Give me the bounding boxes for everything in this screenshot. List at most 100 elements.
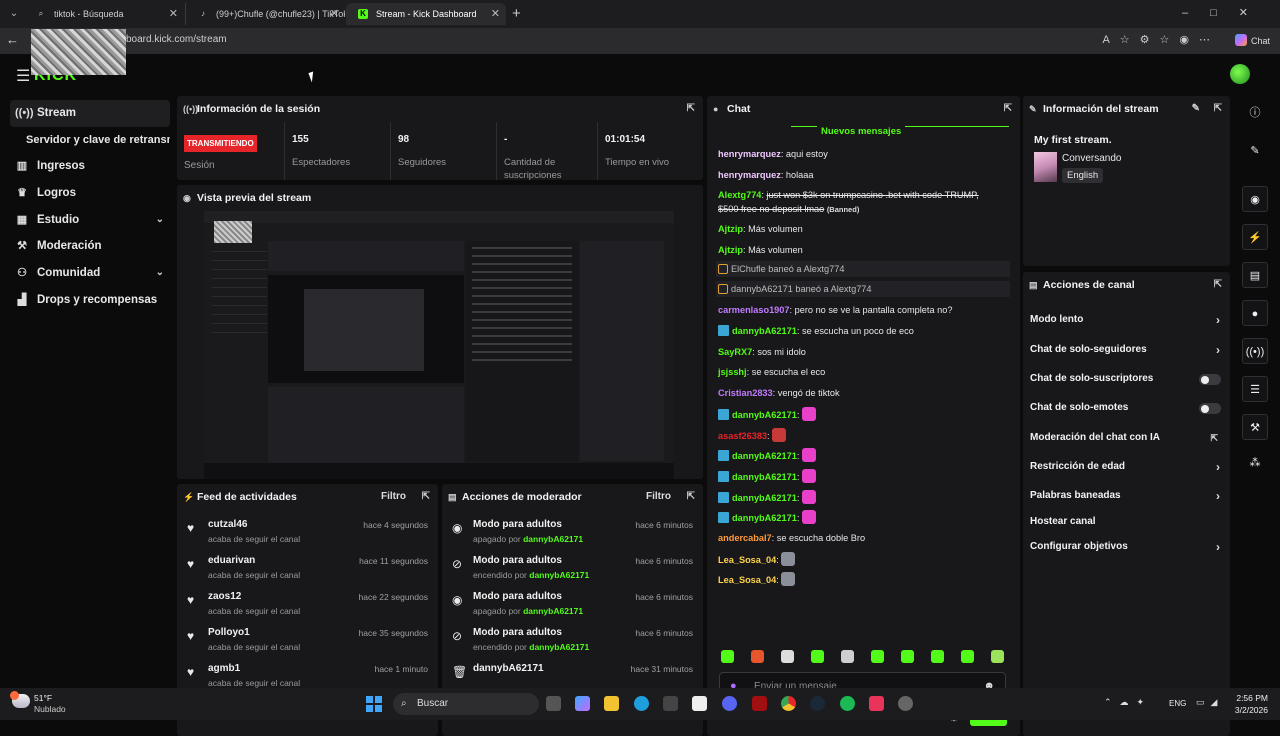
input-language[interactable]: ENG bbox=[1169, 699, 1186, 708]
obs-icon[interactable] bbox=[898, 696, 913, 711]
chat-username[interactable]: dannybA62171 bbox=[732, 493, 797, 503]
browser-tab-tiktok-search[interactable]: ⌕ tiktok - Búsqueda ✕ bbox=[24, 3, 184, 25]
edge-icon[interactable] bbox=[634, 696, 649, 711]
taskbar-search[interactable]: ⌕ Buscar bbox=[393, 693, 539, 715]
copilot-icon[interactable] bbox=[575, 696, 590, 711]
new-tab-button[interactable]: + bbox=[512, 5, 521, 22]
pencil-icon[interactable]: ✎ bbox=[1192, 96, 1200, 122]
chat-username[interactable]: Ajtzip bbox=[718, 245, 743, 255]
tab-list-chevron-icon[interactable]: ⌄ bbox=[6, 6, 22, 22]
sidebar-item-drops[interactable]: ▟ Drops y recompensas bbox=[10, 287, 170, 314]
pop-out-icon[interactable]: ⇱ bbox=[687, 96, 695, 122]
chat-username[interactable]: asasf26383 bbox=[718, 431, 767, 441]
close-icon[interactable]: ✕ bbox=[330, 3, 339, 25]
clock-time[interactable]: 2:56 PM bbox=[1236, 693, 1268, 703]
sidebar-item-comunidad[interactable]: ⚇ Comunidad ⌄ bbox=[10, 260, 170, 287]
wrench-icon[interactable]: ⚒ bbox=[1242, 414, 1268, 440]
emote-icon[interactable] bbox=[811, 650, 824, 663]
broadcast-icon[interactable]: ((•)) bbox=[1242, 338, 1268, 364]
chat-username[interactable]: dannybA62171 bbox=[732, 451, 797, 461]
sidebar-item-server-key[interactable]: Servidor y clave de retransmisión bbox=[10, 127, 170, 154]
toggle-switch[interactable] bbox=[1199, 374, 1221, 385]
emote-icon[interactable] bbox=[841, 650, 854, 663]
close-icon[interactable]: ✕ bbox=[169, 3, 178, 25]
store-icon[interactable] bbox=[663, 696, 678, 711]
pop-out-icon[interactable]: ⇱ bbox=[1004, 96, 1012, 122]
windows-start-icon[interactable] bbox=[366, 696, 382, 712]
chat-username[interactable]: Lea_Sosa_04 bbox=[718, 555, 776, 565]
action-slow-mode[interactable]: Modo lento › bbox=[1030, 310, 1223, 330]
back-arrow-icon[interactable]: ← bbox=[6, 32, 19, 47]
filter-button[interactable]: Filtro bbox=[381, 484, 406, 510]
file-explorer-icon[interactable] bbox=[604, 696, 619, 711]
chat-username[interactable]: henrymarquez bbox=[718, 170, 781, 180]
notepad-icon[interactable] bbox=[692, 696, 707, 711]
filter-button[interactable]: Filtro bbox=[646, 484, 671, 510]
chat-username[interactable]: andercabal7 bbox=[718, 533, 772, 543]
emote-icon[interactable] bbox=[991, 650, 1004, 663]
clock-date[interactable]: 3/2/2026 bbox=[1230, 705, 1268, 715]
app-icon[interactable] bbox=[752, 696, 767, 711]
chat-username[interactable]: Lea_Sosa_04 bbox=[718, 575, 776, 585]
chat-username[interactable]: Alextg774 bbox=[718, 190, 761, 200]
sidebar-item-stream[interactable]: ((•)) Stream bbox=[10, 100, 170, 127]
action-host-channel[interactable]: Hostear canal bbox=[1030, 512, 1223, 532]
chat-username[interactable]: jsjsshj bbox=[718, 367, 747, 377]
url-field[interactable]: board.kick.com/stream bbox=[126, 34, 227, 45]
new-messages-label[interactable]: Nuevos mensajes bbox=[817, 126, 906, 137]
action-age-restriction[interactable]: Restricción de edad › bbox=[1030, 457, 1223, 477]
list-icon[interactable]: ☰ bbox=[1242, 376, 1268, 402]
chat-username[interactable]: dannybA62171 bbox=[732, 472, 797, 482]
pop-out-icon[interactable]: ⇱ bbox=[1214, 272, 1222, 298]
preview-icon[interactable]: ◉ bbox=[1242, 186, 1268, 212]
weather-description[interactable]: Nublado bbox=[34, 704, 66, 714]
browser-tab-kick-dashboard[interactable]: K Stream - Kick Dashboard ✕ bbox=[346, 3, 506, 25]
info-icon[interactable]: ⓘ bbox=[1242, 100, 1268, 126]
close-icon[interactable]: ✕ bbox=[491, 3, 500, 25]
emote-icon[interactable] bbox=[751, 650, 764, 663]
chrome-icon[interactable] bbox=[781, 696, 796, 711]
action-configure-goals[interactable]: Configurar objetivos › bbox=[1030, 537, 1223, 557]
emote-icon[interactable] bbox=[721, 650, 734, 663]
action-emotes-only[interactable]: Chat de solo-emotes bbox=[1030, 398, 1223, 418]
chat-username[interactable]: dannybA62171 bbox=[732, 410, 797, 420]
emote-icon[interactable] bbox=[961, 650, 974, 663]
emote-icon[interactable] bbox=[931, 650, 944, 663]
document-icon[interactable]: ▤ bbox=[1242, 262, 1268, 288]
hamburger-menu-icon[interactable]: ☰ bbox=[16, 66, 30, 86]
browser-toolbar-icons[interactable]: A☆⚙☆◉⋯ bbox=[1102, 33, 1220, 46]
pop-out-icon[interactable]: ⇱ bbox=[422, 484, 430, 510]
chat-username[interactable]: Ajtzip bbox=[718, 224, 743, 234]
sidebar-item-moderacion[interactable]: ⚒ Moderación bbox=[10, 233, 170, 260]
steam-icon[interactable] bbox=[810, 696, 825, 711]
toggle-switch[interactable] bbox=[1199, 403, 1221, 414]
chat-username[interactable]: SayRX7 bbox=[718, 347, 752, 357]
copilot-button[interactable]: Chat bbox=[1234, 34, 1270, 46]
chat-username[interactable]: carmenlaso1907 bbox=[718, 305, 790, 315]
tiktok-icon[interactable] bbox=[869, 696, 884, 711]
pop-out-icon[interactable]: ⇱ bbox=[687, 484, 695, 510]
user-avatar[interactable] bbox=[1230, 64, 1250, 84]
emote-icon[interactable] bbox=[871, 650, 884, 663]
stream-preview-video[interactable] bbox=[204, 211, 674, 479]
weather-temperature[interactable]: 51°F bbox=[34, 693, 52, 703]
action-ai-moderation[interactable]: Moderación del chat con IA ⇱ bbox=[1030, 428, 1223, 448]
discord-icon[interactable] bbox=[722, 696, 737, 711]
action-banned-words[interactable]: Palabras baneadas › bbox=[1030, 486, 1223, 506]
action-subscribers-only[interactable]: Chat de solo-suscriptores bbox=[1030, 369, 1223, 389]
chat-username[interactable]: dannybA62171 bbox=[732, 513, 797, 523]
emote-icon[interactable] bbox=[781, 650, 794, 663]
chat-username[interactable]: henrymarquez bbox=[718, 149, 781, 159]
emote-icon[interactable] bbox=[901, 650, 914, 663]
sidebar-item-ingresos[interactable]: ▥ Ingresos bbox=[10, 153, 170, 180]
chat-bubble-icon[interactable]: ● bbox=[1242, 300, 1268, 326]
chat-username[interactable]: dannybA62171 bbox=[732, 326, 797, 336]
network-volume-icons[interactable]: ▭◢ bbox=[1196, 697, 1223, 708]
action-followers-only[interactable]: Chat de solo-seguidores › bbox=[1030, 340, 1223, 360]
spotify-icon[interactable] bbox=[840, 696, 855, 711]
task-view-icon[interactable] bbox=[546, 696, 561, 711]
weather-icon[interactable] bbox=[10, 691, 30, 708]
browser-tab-tiktok-profile[interactable]: ♪ (99+)Chufle (@chufle23) | TikTok ✕ bbox=[185, 3, 345, 25]
sidebar-item-logros[interactable]: ♛ Logros bbox=[10, 180, 170, 207]
apps-icon[interactable]: ⁂ bbox=[1242, 450, 1268, 476]
